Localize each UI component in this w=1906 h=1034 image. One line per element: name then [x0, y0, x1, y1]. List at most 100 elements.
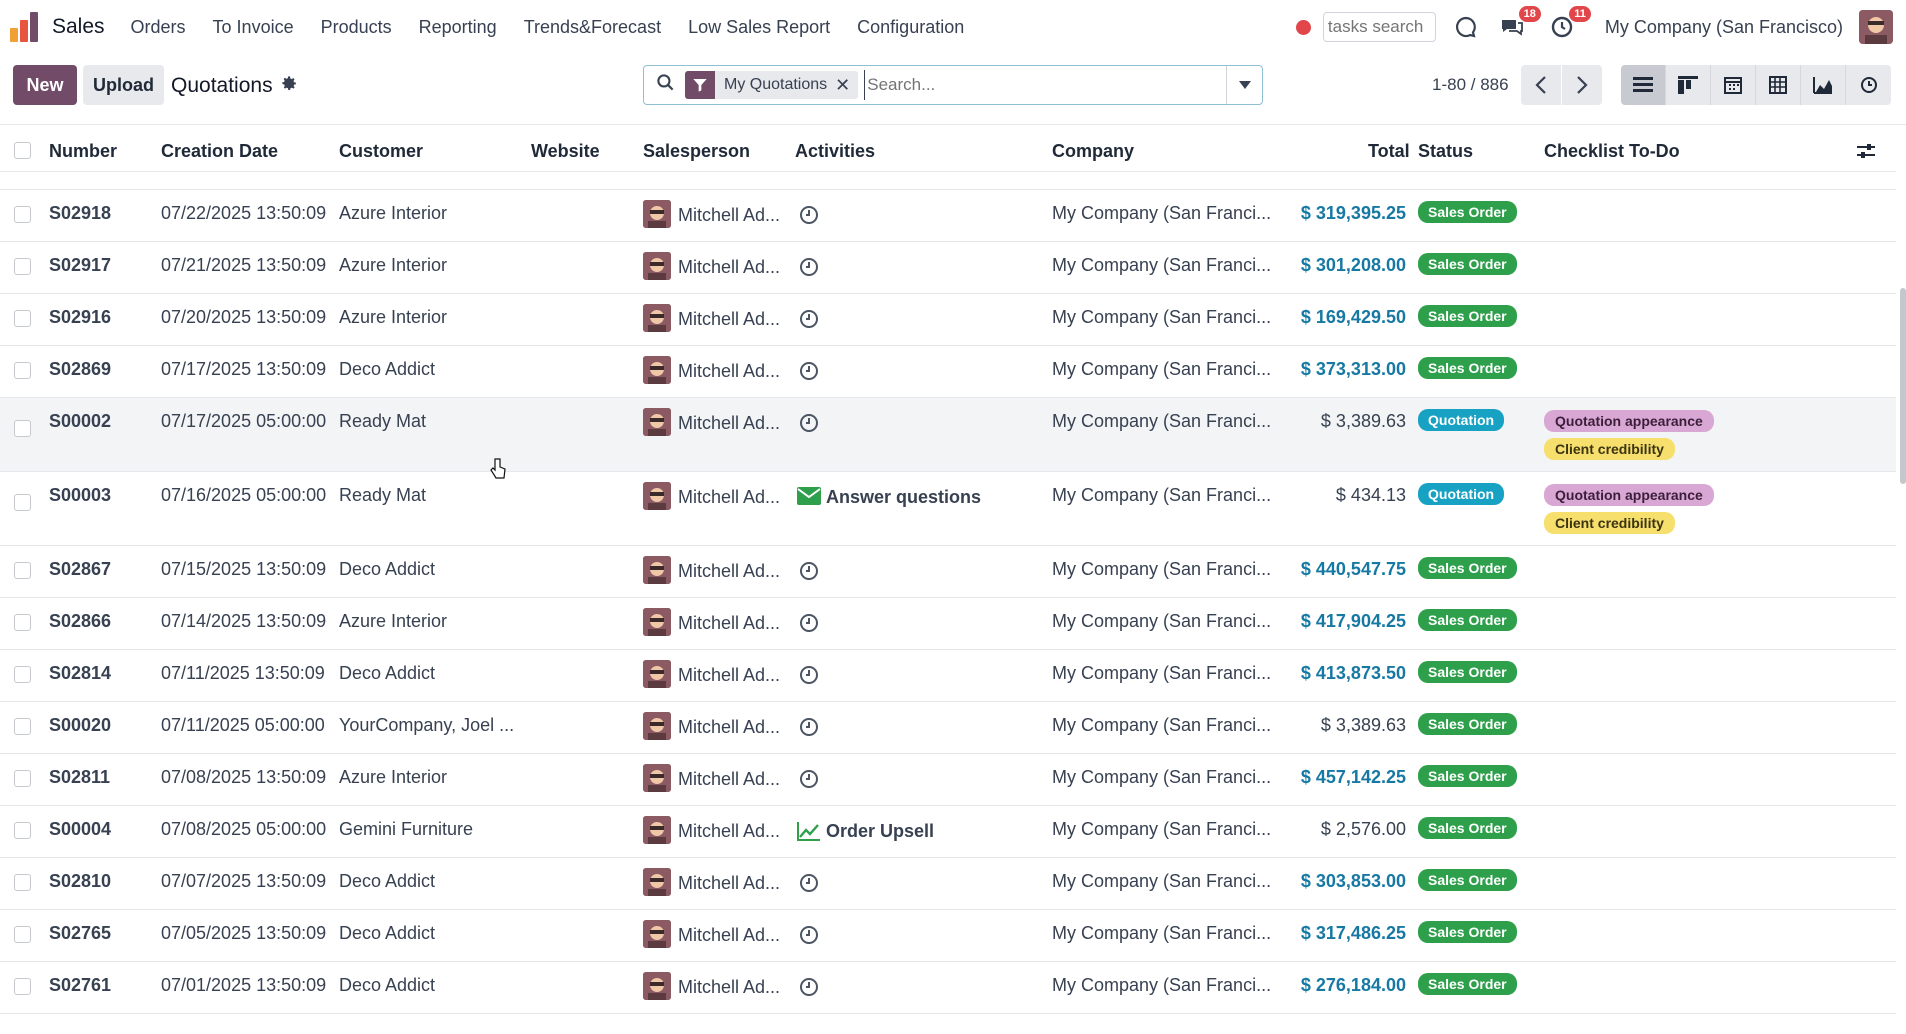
activity-clock-icon[interactable] [799, 613, 819, 638]
pager-previous-button[interactable] [1521, 65, 1561, 105]
list-view-button[interactable] [1621, 65, 1666, 105]
activity-clock-icon[interactable] [799, 665, 819, 690]
kanban-view-button[interactable] [1666, 65, 1711, 105]
row-checkbox[interactable] [14, 562, 31, 579]
checklist-tag[interactable]: Client credibility [1544, 438, 1675, 460]
activity-clock-icon[interactable] [799, 977, 819, 1002]
row-checkbox[interactable] [14, 614, 31, 631]
voip-icon[interactable] [1451, 12, 1481, 42]
menu-reporting[interactable]: Reporting [419, 17, 497, 38]
pager-next-button[interactable] [1562, 65, 1602, 105]
column-total[interactable]: Total [1368, 141, 1410, 162]
menu-low-sales-report[interactable]: Low Sales Report [688, 17, 830, 38]
upload-button[interactable]: Upload [83, 65, 164, 105]
table-row[interactable]: S02866 07/14/2025 13:50:09 Azure Interior M… [0, 598, 1896, 650]
menu-to-invoice[interactable]: To Invoice [213, 17, 294, 38]
table-row[interactable]: S00004 07/08/2025 05:00:00 Gemini Furnitur… [0, 806, 1896, 858]
new-button[interactable]: New [13, 65, 77, 105]
table-row-partial[interactable] [0, 1014, 1896, 1034]
menu-trends-forecast[interactable]: Trends&Forecast [524, 17, 661, 38]
activity-clock-icon[interactable] [799, 717, 819, 742]
app-name[interactable]: Sales [52, 15, 105, 39]
activity-clock-icon[interactable] [799, 413, 819, 438]
calendar-view-button[interactable] [1711, 65, 1756, 105]
row-checkbox[interactable] [14, 420, 31, 437]
column-customer[interactable]: Customer [339, 141, 423, 162]
activity-clock-icon[interactable] [799, 309, 819, 334]
column-status[interactable]: Status [1418, 141, 1473, 162]
row-checkbox[interactable] [14, 362, 31, 379]
row-checkbox[interactable] [14, 206, 31, 223]
checklist-tag[interactable]: Client credibility [1544, 512, 1675, 534]
row-checkbox[interactable] [14, 874, 31, 891]
activities-clock-icon[interactable]: 11 [1547, 6, 1591, 42]
activity-clock-icon[interactable] [799, 769, 819, 794]
table-row[interactable]: S02869 07/17/2025 13:50:09 Deco Addict Mitc… [0, 346, 1896, 398]
trend-up-icon[interactable] [797, 821, 821, 846]
table-row[interactable]: S02761 07/01/2025 13:50:09 Deco Addict Mitc… [0, 962, 1896, 1014]
table-row[interactable]: S00002 07/17/2025 05:00:00 Ready Mat Mitche… [0, 398, 1896, 472]
recording-indicator-icon[interactable] [1295, 19, 1311, 35]
search-icon[interactable] [656, 73, 675, 97]
activity-view-button[interactable] [1846, 65, 1891, 105]
table-row[interactable]: S02814 07/11/2025 13:50:09 Deco Addict Mitc… [0, 650, 1896, 702]
search-options-toggle[interactable] [1226, 66, 1262, 104]
activity-summary[interactable]: Answer questions [826, 487, 981, 508]
column-activities[interactable]: Activities [795, 141, 875, 162]
pager-value[interactable]: 1-80 / 886 [1432, 75, 1509, 95]
activity-clock-icon[interactable] [799, 257, 819, 282]
column-checklist[interactable]: Checklist To-Do [1544, 141, 1680, 162]
sales-app-icon[interactable] [10, 12, 40, 42]
activity-clock-icon[interactable] [799, 205, 819, 230]
pivot-view-button[interactable] [1756, 65, 1801, 105]
select-all-checkbox[interactable] [14, 142, 31, 159]
company-switcher[interactable]: My Company (San Francisco) [1605, 17, 1843, 38]
row-checkbox[interactable] [14, 926, 31, 943]
column-number[interactable]: Number [49, 141, 117, 162]
row-checkbox[interactable] [14, 822, 31, 839]
activity-clock-icon[interactable] [799, 873, 819, 898]
messages-icon[interactable]: 18 [1497, 6, 1541, 42]
table-row[interactable]: S02867 07/15/2025 13:50:09 Deco Addict Mitc… [0, 546, 1896, 598]
activity-clock-icon[interactable] [799, 561, 819, 586]
graph-view-button[interactable] [1801, 65, 1846, 105]
page-title[interactable]: Quotations [171, 74, 273, 98]
table-row[interactable]: S00020 07/11/2025 05:00:00 YourCompany, Jo… [0, 702, 1896, 754]
activity-clock-icon[interactable] [799, 925, 819, 950]
row-checkbox[interactable] [14, 770, 31, 787]
table-row[interactable]: S02811 07/08/2025 13:50:09 Azure Interior M… [0, 754, 1896, 806]
row-checkbox[interactable] [14, 258, 31, 275]
user-avatar[interactable] [1859, 10, 1893, 44]
row-checkbox[interactable] [14, 718, 31, 735]
table-row[interactable]: S02765 07/05/2025 13:50:09 Deco Addict Mitc… [0, 910, 1896, 962]
row-checkbox[interactable] [14, 494, 31, 511]
activity-clock-icon[interactable] [799, 361, 819, 386]
menu-products[interactable]: Products [321, 17, 392, 38]
search-input[interactable] [864, 70, 1205, 100]
facet-remove-icon[interactable]: ✕ [835, 75, 858, 96]
optional-columns-toggle-icon[interactable] [1856, 142, 1876, 165]
column-salesperson[interactable]: Salesperson [643, 141, 750, 162]
column-website[interactable]: Website [531, 141, 600, 162]
creation-date: 07/07/2025 13:50:09 [161, 871, 327, 891]
tasks-search-input[interactable] [1322, 12, 1436, 42]
creation-date: 07/22/2025 13:50:09 [161, 203, 327, 223]
checklist-tag[interactable]: Quotation appearance [1544, 484, 1714, 506]
table-row[interactable]: S02918 07/22/2025 13:50:09 Azure Interior M… [0, 190, 1896, 242]
envelope-icon[interactable] [797, 487, 821, 510]
table-row[interactable]: S02810 07/07/2025 13:50:09 Deco Addict Mitc… [0, 858, 1896, 910]
menu-orders[interactable]: Orders [131, 17, 186, 38]
menu-configuration[interactable]: Configuration [857, 17, 964, 38]
table-row[interactable]: S02917 07/21/2025 13:50:09 Azure Interior M… [0, 242, 1896, 294]
table-row[interactable]: S02916 07/20/2025 13:50:09 Azure Interior M… [0, 294, 1896, 346]
row-checkbox[interactable] [14, 310, 31, 327]
scrollbar[interactable] [1900, 288, 1906, 484]
column-creation-date[interactable]: Creation Date [161, 141, 278, 162]
gear-icon[interactable] [281, 75, 298, 97]
row-checkbox[interactable] [14, 978, 31, 995]
column-company[interactable]: Company [1052, 141, 1134, 162]
table-row[interactable]: S00003 07/16/2025 05:00:00 Ready Mat Mitche… [0, 472, 1896, 546]
activity-summary[interactable]: Order Upsell [826, 821, 934, 842]
row-checkbox[interactable] [14, 666, 31, 683]
checklist-tag[interactable]: Quotation appearance [1544, 410, 1714, 432]
